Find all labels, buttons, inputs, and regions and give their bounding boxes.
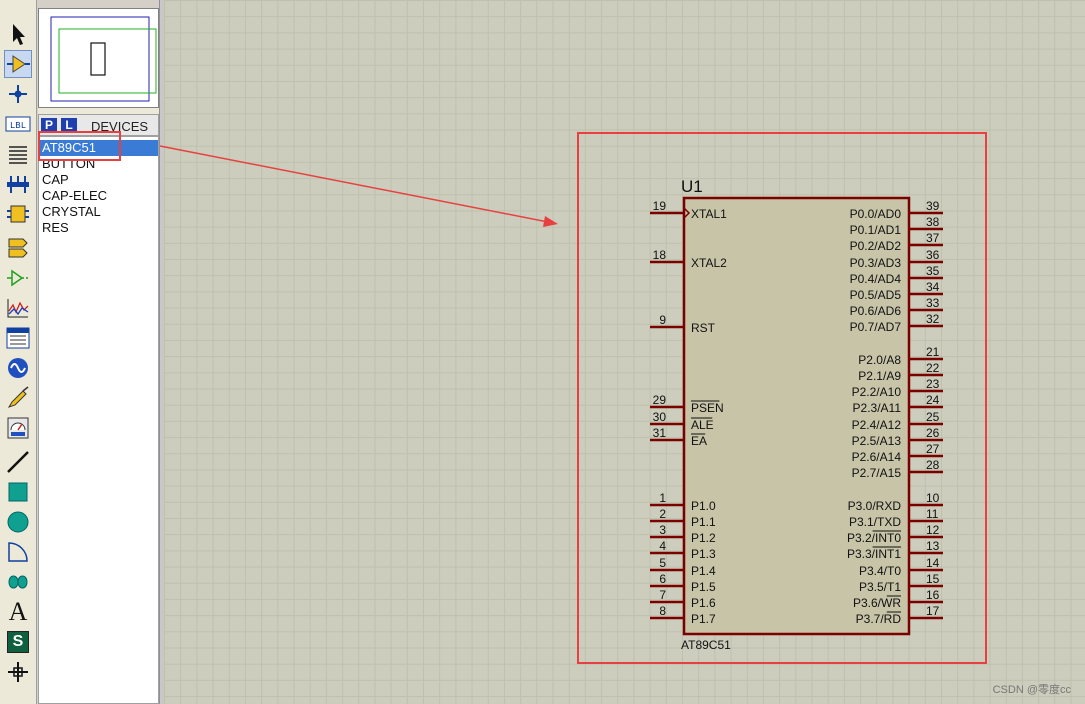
text-script-tool-button[interactable] (4, 140, 32, 168)
schematic-canvas[interactable] (164, 0, 1085, 704)
svg-text:LBL: LBL (10, 121, 26, 131)
device-item[interactable]: CRYSTAL (39, 204, 158, 220)
device-item[interactable]: RES (39, 220, 158, 236)
component-icon (7, 55, 30, 73)
line-icon (7, 451, 29, 473)
library-manager-button[interactable]: L (61, 118, 77, 133)
wire-label-tool-button[interactable]: LBL (4, 110, 32, 138)
junction-dot-icon (9, 85, 27, 103)
bus-icon (7, 176, 29, 193)
devices-header: P L DEVICES (38, 114, 159, 136)
device-item[interactable]: BUTTON (39, 156, 158, 172)
side-panel: P L DEVICES AT89C51 BUTTON CAP CAP-ELEC … (38, 8, 159, 704)
bus-tool-button[interactable] (4, 170, 32, 198)
path-icon (8, 575, 28, 589)
device-item[interactable]: CAP (39, 172, 158, 188)
graph-icon (7, 299, 29, 318)
text-tool-button[interactable]: A (4, 597, 32, 626)
pin-icon (7, 269, 29, 287)
subcircuit-tool-button[interactable] (4, 200, 32, 228)
component-tool-button[interactable] (4, 50, 32, 78)
arc-tool-button[interactable] (4, 538, 32, 566)
device-item[interactable]: AT89C51 (39, 140, 158, 156)
generator-tool-button[interactable] (4, 354, 32, 382)
arc-icon (8, 542, 28, 562)
symbol-s-icon: S (7, 631, 29, 653)
path-tool-button[interactable] (4, 568, 32, 596)
tape-icon (6, 327, 30, 349)
subcircuit-icon (7, 205, 29, 223)
box-tool-button[interactable] (4, 478, 32, 506)
marker-tool-button[interactable] (4, 658, 32, 686)
devices-title: DEVICES (91, 119, 149, 134)
selection-tool-button[interactable] (4, 20, 32, 48)
sine-wave-icon (8, 358, 28, 378)
arrow-cursor-icon (13, 24, 25, 45)
terminal-icon (8, 238, 28, 258)
pick-devices-button[interactable]: P (41, 118, 57, 133)
graph-tool-button[interactable] (4, 294, 32, 322)
text-lines-icon (9, 146, 27, 164)
virtual-instrument-tool-button[interactable] (4, 414, 32, 442)
overview-window[interactable] (38, 8, 159, 108)
box-icon (8, 482, 28, 502)
label-icon: LBL (5, 116, 31, 132)
terminal-tool-button[interactable] (4, 234, 32, 262)
probe-icon (7, 386, 29, 408)
device-item[interactable]: CAP-ELEC (39, 188, 158, 204)
junction-tool-button[interactable] (4, 80, 32, 108)
tape-recorder-tool-button[interactable] (4, 324, 32, 352)
voltage-probe-tool-button[interactable] (4, 384, 32, 412)
meter-icon (7, 417, 29, 439)
mode-toolbar: LBL A S (0, 0, 37, 704)
line-tool-button[interactable] (4, 448, 32, 476)
symbol-tool-button[interactable]: S (4, 628, 32, 656)
text-a-icon: A (8, 597, 28, 626)
circle-icon (7, 511, 29, 533)
device-list[interactable]: AT89C51 BUTTON CAP CAP-ELEC CRYSTAL RES (38, 136, 159, 704)
marker-cross-icon (8, 662, 28, 682)
circle-tool-button[interactable] (4, 508, 32, 536)
overview-map (50, 16, 157, 102)
device-pin-tool-button[interactable] (4, 264, 32, 292)
